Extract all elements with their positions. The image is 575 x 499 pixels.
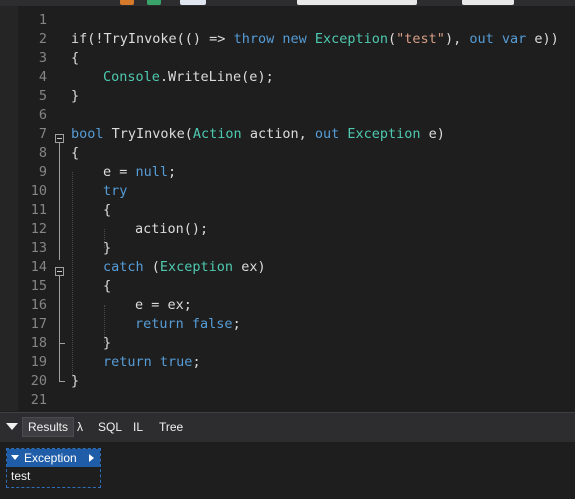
code-line: try bbox=[0, 182, 575, 201]
code-token: } bbox=[71, 373, 80, 389]
line-number: 1 bbox=[38, 12, 47, 28]
code-token: } bbox=[71, 88, 80, 104]
tab-il[interactable]: IL bbox=[128, 417, 148, 437]
code-token: out bbox=[469, 31, 494, 47]
code-token: true bbox=[159, 354, 193, 370]
code-line: return false; bbox=[0, 315, 575, 334]
code-token: throw bbox=[233, 31, 275, 47]
code-token: { bbox=[103, 202, 112, 218]
code-token: Exception bbox=[159, 259, 234, 275]
code-token: ( bbox=[388, 31, 397, 47]
code-token: ; bbox=[192, 354, 201, 370]
exception-type-label: Exception bbox=[24, 451, 77, 465]
code-line: { bbox=[0, 277, 575, 296]
tab-lambda[interactable]: λ bbox=[72, 417, 88, 437]
code-token: TryInvoke( bbox=[103, 126, 193, 142]
code-line: return true; bbox=[0, 353, 575, 372]
code-line: if(!TryInvoke(() => throw new Exception(… bbox=[0, 30, 575, 49]
code-token: action, bbox=[241, 126, 315, 142]
code-token: bool bbox=[71, 126, 104, 142]
code-token: out bbox=[314, 126, 340, 142]
line-number: 21 bbox=[30, 392, 47, 408]
code-line: { bbox=[0, 201, 575, 220]
code-line: catch (Exception ex) bbox=[0, 258, 575, 277]
exception-value: test bbox=[11, 469, 31, 483]
code-token: { bbox=[103, 278, 112, 294]
results-output-panel: Exception test bbox=[0, 442, 575, 499]
run-icon[interactable] bbox=[147, 0, 161, 5]
code-token: catch bbox=[103, 259, 144, 275]
code-token: "test" bbox=[396, 31, 445, 47]
collapse-results-icon[interactable] bbox=[6, 423, 18, 430]
code-token: Action bbox=[192, 126, 242, 142]
code-token: ex) bbox=[233, 259, 266, 275]
code-token: .WriteLine(e); bbox=[159, 69, 274, 85]
code-line: } bbox=[0, 372, 575, 391]
code-token: { bbox=[71, 145, 80, 161]
tab-results[interactable]: Results bbox=[22, 417, 75, 437]
code-token: } bbox=[103, 335, 112, 351]
code-token: ; bbox=[232, 316, 241, 332]
exception-header[interactable]: Exception bbox=[7, 449, 100, 467]
code-token: ), bbox=[444, 31, 470, 47]
code-line: } bbox=[0, 239, 575, 258]
code-token: ; bbox=[168, 164, 177, 180]
code-token: e) bbox=[420, 126, 445, 142]
code-token: false bbox=[191, 316, 233, 332]
code-token: try bbox=[103, 183, 128, 199]
code-token: ( bbox=[143, 259, 160, 275]
code-token: e)) bbox=[526, 31, 559, 47]
code-line: { bbox=[0, 49, 575, 68]
code-token: var bbox=[501, 31, 527, 47]
toolbar-select[interactable] bbox=[462, 0, 514, 5]
code-line: bool TryInvoke(Action action, out Except… bbox=[0, 125, 575, 144]
code-token: Exception bbox=[347, 126, 421, 142]
line-number: 6 bbox=[38, 107, 47, 123]
code-token: action(); bbox=[135, 221, 209, 237]
exception-result: Exception test bbox=[6, 448, 101, 488]
tab-tree[interactable]: Tree bbox=[154, 417, 188, 437]
code-line: Console.WriteLine(e); bbox=[0, 68, 575, 87]
code-token: new bbox=[282, 31, 307, 47]
code-line: { bbox=[0, 144, 575, 163]
bug-icon[interactable] bbox=[120, 0, 134, 5]
tab-sql[interactable]: SQL bbox=[93, 417, 127, 437]
toolbar-input[interactable] bbox=[297, 0, 417, 5]
toolbar-button[interactable] bbox=[180, 0, 206, 5]
code-token: Exception bbox=[314, 31, 389, 47]
code-token: if(!TryInvoke(() => bbox=[71, 31, 234, 47]
code-token: null bbox=[135, 164, 169, 180]
code-line: } bbox=[0, 87, 575, 106]
code-token: { bbox=[71, 50, 80, 66]
code-token: } bbox=[103, 240, 112, 256]
code-line: e = ex; bbox=[0, 296, 575, 315]
code-line: action(); bbox=[0, 220, 575, 239]
code-line: e = null; bbox=[0, 163, 575, 182]
results-tab-bar: Results λ SQL IL Tree bbox=[0, 412, 575, 442]
code-token: Console bbox=[103, 69, 160, 85]
expand-right-icon[interactable] bbox=[89, 454, 94, 462]
code-token: e = ex; bbox=[135, 297, 192, 313]
collapse-icon[interactable] bbox=[11, 455, 19, 460]
code-token: return bbox=[103, 354, 152, 370]
code-token: e = bbox=[103, 164, 136, 180]
code-line: } bbox=[0, 334, 575, 353]
code-editor[interactable]: 1 2 3 4 5 6 7 8 9 10 11 12 13 14 15 16 1… bbox=[0, 6, 575, 411]
code-token: return bbox=[135, 316, 184, 332]
